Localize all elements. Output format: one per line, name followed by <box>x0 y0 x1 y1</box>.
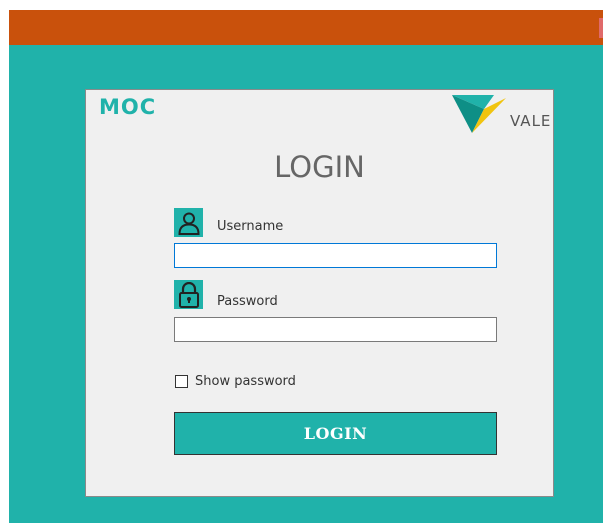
show-password-label: Show password <box>195 374 296 389</box>
username-label: Username <box>217 219 284 234</box>
login-card: MOC VALE LOGIN Username Password Show pa… <box>85 89 554 497</box>
password-label: Password <box>217 294 278 309</box>
page-title: LOGIN <box>274 150 365 184</box>
top-bar-accent <box>599 18 603 38</box>
username-field[interactable] <box>174 243 497 268</box>
password-field[interactable] <box>174 317 497 342</box>
show-password-toggle[interactable]: Show password <box>175 374 296 389</box>
top-bar <box>9 10 603 45</box>
user-icon <box>174 208 203 237</box>
moc-logo-text: MOC <box>99 95 157 119</box>
login-button[interactable]: LOGIN <box>174 412 497 455</box>
lock-icon <box>174 280 203 309</box>
show-password-checkbox[interactable] <box>175 375 188 388</box>
vale-logo-text: VALE <box>510 112 552 130</box>
